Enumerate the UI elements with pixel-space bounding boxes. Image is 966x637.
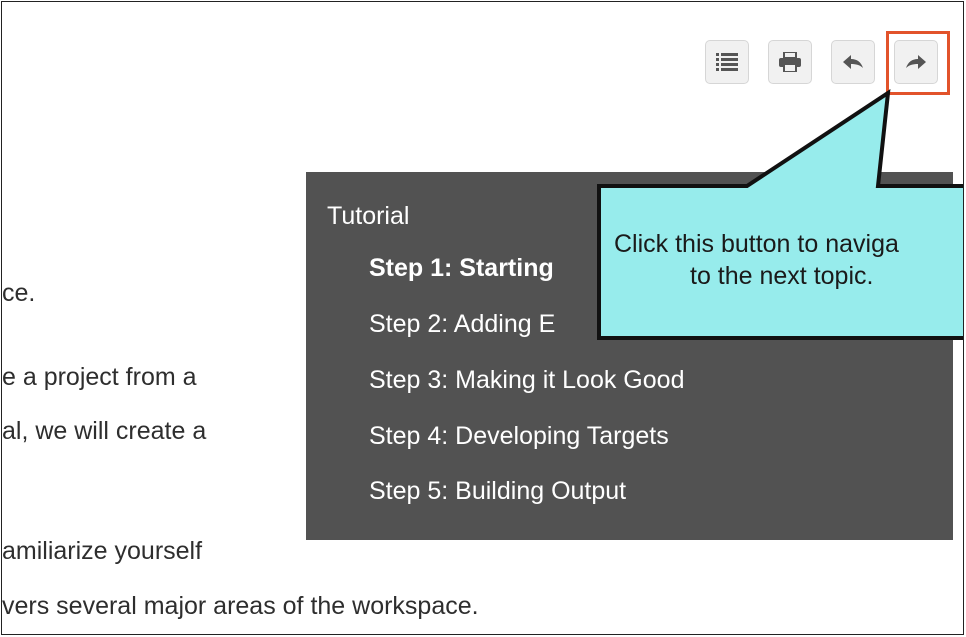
topic-page: ce. e a project from a al, we will creat… [1, 1, 964, 635]
callout-bubble [597, 88, 963, 340]
callout-line-1: Click this button to naviga [614, 230, 899, 258]
callout-line-2: to the next topic. [690, 262, 874, 290]
